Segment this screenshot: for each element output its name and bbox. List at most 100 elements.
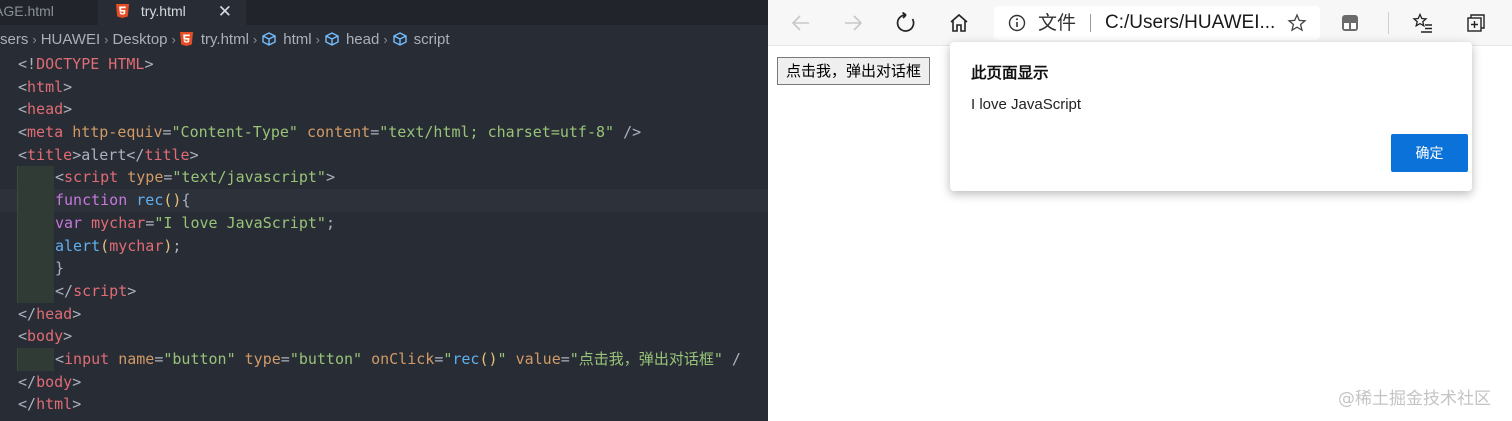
code-token: rec bbox=[136, 191, 164, 210]
code-line: </script> bbox=[0, 279, 768, 303]
code-token: DOCTYPE HTML bbox=[36, 55, 145, 73]
code-token: name bbox=[118, 349, 155, 368]
breadcrumb-item-users[interactable]: sers bbox=[0, 27, 28, 53]
code-token: () bbox=[479, 349, 498, 368]
arrow-right-icon bbox=[845, 15, 863, 31]
code-token: </ bbox=[18, 395, 37, 414]
address-url[interactable]: C:/Users/HUAWEI... bbox=[1105, 6, 1275, 40]
code-area[interactable]: <!DOCTYPE HTML> <html> <head> <meta http-eq… bbox=[0, 53, 768, 416]
code-token: " bbox=[497, 349, 507, 368]
breadcrumb-item-file[interactable]: try.html bbox=[179, 27, 249, 53]
back-button[interactable] bbox=[785, 7, 817, 39]
code-token: < bbox=[18, 145, 28, 164]
code-token: > bbox=[325, 168, 335, 187]
breadcrumb-item-head[interactable]: head bbox=[324, 27, 379, 53]
breadcrumb-item-html[interactable]: html bbox=[261, 27, 312, 53]
code-line: var mychar="I love JavaScript"; bbox=[0, 211, 768, 235]
breadcrumb-item-huawei[interactable]: HUAWEI bbox=[41, 27, 100, 53]
code-token: mychar bbox=[91, 213, 146, 232]
code-token: onClick bbox=[371, 349, 435, 368]
breadcrumb-label: html bbox=[283, 31, 312, 48]
code-token: / bbox=[722, 349, 741, 368]
collections-button[interactable] bbox=[1334, 7, 1366, 39]
tab-previous-file[interactable]: AGE.html bbox=[0, 0, 98, 25]
code-token: () bbox=[163, 191, 182, 210]
tab-label: AGE.html bbox=[0, 3, 54, 19]
html5-icon bbox=[179, 32, 193, 46]
code-token: html bbox=[36, 395, 73, 414]
chevron-right-icon: › bbox=[171, 32, 176, 47]
symbol-cube-icon bbox=[325, 32, 339, 46]
code-token: </ bbox=[55, 281, 74, 300]
code-token: value bbox=[515, 349, 561, 368]
code-line-text: alert(mychar); bbox=[55, 235, 181, 258]
code-line-text: <title>alert</title> bbox=[18, 144, 199, 167]
code-token: alert bbox=[55, 236, 101, 255]
star-icon[interactable] bbox=[1287, 13, 1307, 33]
breadcrumb-item-script[interactable]: script bbox=[392, 27, 450, 53]
address-bar[interactable]: 文件 C:/Users/HUAWEI... bbox=[994, 6, 1320, 40]
code-token: < bbox=[55, 168, 65, 187]
code-token: title bbox=[27, 145, 73, 164]
arrow-left-icon bbox=[791, 15, 809, 31]
refresh-button[interactable] bbox=[890, 7, 922, 39]
code-token: alert bbox=[81, 145, 127, 164]
code-line-text: <input name="button" type="button" onCli… bbox=[55, 348, 741, 371]
code-token: = bbox=[280, 349, 290, 368]
add-collection-button[interactable] bbox=[1460, 7, 1492, 39]
toolbar-divider bbox=[1388, 12, 1389, 34]
code-line: <meta http-equiv="Content-Type" content=… bbox=[0, 121, 768, 144]
close-icon[interactable]: ✕ bbox=[218, 0, 232, 23]
code-token: meta bbox=[27, 123, 64, 142]
indent-guide bbox=[17, 189, 54, 212]
tab-label: try.html bbox=[140, 3, 186, 19]
tab-try-html[interactable]: try.html ✕ bbox=[98, 0, 246, 25]
indent-guide bbox=[17, 211, 54, 235]
home-button[interactable] bbox=[943, 7, 975, 39]
code-token: function bbox=[55, 191, 128, 210]
home-icon bbox=[950, 13, 968, 32]
code-line: <html> bbox=[0, 76, 768, 99]
show-dialog-button[interactable]: 点击我，弹出对话框 bbox=[777, 57, 931, 85]
code-token: < bbox=[18, 327, 28, 346]
ok-button[interactable]: 确定 bbox=[1391, 134, 1468, 172]
code-line-text: <body> bbox=[18, 325, 72, 348]
symbol-cube-icon bbox=[392, 32, 407, 46]
chevron-right-icon: › bbox=[315, 32, 320, 47]
chevron-right-icon: › bbox=[252, 32, 258, 47]
code-token: > bbox=[189, 145, 199, 164]
favorites-button[interactable] bbox=[1407, 7, 1439, 39]
watermark: @稀土掘金技术社区 bbox=[1338, 389, 1491, 409]
chevron-right-icon: › bbox=[32, 32, 37, 47]
code-line-text: </html> bbox=[18, 393, 81, 416]
code-line: <!DOCTYPE HTML> bbox=[0, 53, 768, 76]
code-token: > bbox=[72, 372, 82, 391]
breadcrumb-item-desktop[interactable]: Desktop bbox=[112, 27, 167, 53]
forward-button[interactable] bbox=[837, 7, 869, 39]
code-token: http-equiv bbox=[72, 123, 163, 142]
chevron-right-icon: › bbox=[104, 32, 109, 47]
code-token: = bbox=[370, 123, 380, 142]
code-line-text: </script> bbox=[55, 280, 136, 303]
code-line: <body> bbox=[0, 325, 768, 348]
code-token: head bbox=[27, 100, 64, 119]
code-line-text: } bbox=[55, 257, 64, 280]
add-tab-icon bbox=[1467, 14, 1485, 32]
code-token: ( bbox=[100, 236, 110, 255]
code-token: ; bbox=[172, 236, 182, 255]
editor-tab-bar: AGE.html try.html ✕ bbox=[0, 0, 768, 25]
code-line-text: <!DOCTYPE HTML> bbox=[18, 53, 153, 76]
info-icon[interactable] bbox=[1008, 14, 1026, 32]
code-token: html bbox=[27, 77, 64, 96]
code-token: <! bbox=[18, 55, 37, 73]
code-line-text: <head> bbox=[18, 98, 72, 121]
code-line-text: </body> bbox=[18, 371, 81, 394]
code-token: "button" bbox=[289, 349, 363, 368]
code-token: ; bbox=[325, 213, 335, 232]
dialog-title: 此页面显示 bbox=[971, 64, 1049, 82]
